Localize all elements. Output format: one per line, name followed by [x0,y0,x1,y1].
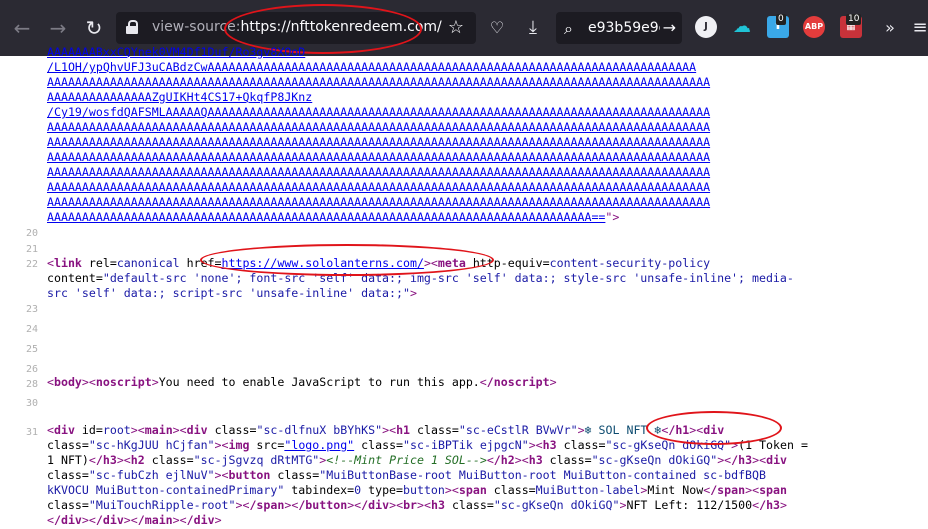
source-base64-line[interactable]: /Cy19/wosfdQAFSMLAAAAAQAAAAAAAAAAAAAAAAA… [47,105,921,120]
source-line-28: <body><noscript>You need to enable JavaS… [47,375,557,389]
source-base64-line[interactable]: AAAAAAAAAAAAAAAAAAAAAAAAAAAAAAAAAAAAAAAA… [47,135,921,150]
canonical-href-link[interactable]: https://www.sololanterns.com/ [222,256,424,270]
logo-link[interactable]: "logo.png" [284,438,354,452]
source-base64-line[interactable]: /L1OH/ypQhvUFJ3uCABdzCwAAAAAAAAAAAAAAAAA… [47,60,921,75]
search-icon: ⌕ [564,19,573,38]
search-go-arrow-icon[interactable]: → [663,18,676,37]
j-extension-icon[interactable]: J [695,16,717,38]
source-base64-line[interactable]: AAAAAAABxxCQYnek0VM4Df1Duf/Ro3gv8XOoD [47,45,921,60]
source-line-31-cont: class="sc-hKgJUU hCjfan"><img src="logo.… [47,438,808,452]
source-base64-line[interactable]: AAAAAAAAAAAAAAAAAAAAAAAAAAAAAAAAAAAAAAAA… [47,180,921,195]
address-bar[interactable]: view-source:https://nfttokenredeem.com/ [116,12,476,44]
overflow-chevron-icon[interactable]: » [876,14,904,42]
source-line-31-cont: 1 NFT)</h3><h2 class="sc-jSgvzq dRtMTG">… [47,453,788,467]
source-base64-line[interactable]: AAAAAAAAAAAAAAAAAAAAAAAAAAAAAAAAAAAAAAAA… [47,120,921,135]
line-number: 20 [25,228,38,239]
search-input[interactable]: e93b59e9c [588,20,660,36]
line-number: 21 [25,244,38,255]
reload-icon[interactable]: ↻ [80,14,108,42]
source-line-31-cont: class="MuiTouchRipple-root"></span></but… [47,498,788,512]
counter-badge: 0 [776,14,786,25]
pocket-icon[interactable]: ♡ [483,14,511,42]
back-arrow-icon[interactable]: ← [8,14,36,42]
address-text: view-source:https://nfttokenredeem.com/ [152,19,442,35]
line-number: 24 [25,324,38,335]
line-number: 31 [25,427,38,438]
source-line-31-cont: </div></div></main></div> [47,513,222,527]
line-number: 23 [25,304,38,315]
source-base64-line[interactable]: AAAAAAAAAAAAAAAZgUIKHt4CS17+QkqfP8JKnz [47,90,921,105]
line-number: 22 [25,259,38,270]
source-base64-line[interactable]: AAAAAAAAAAAAAAAAAAAAAAAAAAAAAAAAAAAAAAAA… [47,195,921,210]
sol-nft-heading: ❄ SOL NFT ❄ [584,423,662,437]
source-base64-line[interactable]: AAAAAAAAAAAAAAAAAAAAAAAAAAAAAAAAAAAAAAAA… [47,150,921,165]
source-line-31-cont: class="sc-fubCzh ejlNuV"><button class="… [47,468,766,482]
forward-arrow-icon[interactable]: → [44,14,72,42]
lock-icon [126,20,138,34]
source-line-31-cont: kKVOCU MuiButton-containedPrimary" tabin… [47,483,787,497]
line-number: 26 [25,364,38,375]
line-number: 30 [25,398,38,409]
menu-hamburger-icon[interactable]: ≡ [906,14,928,42]
source-base64-tail: AAAAAAAAAAAAAAAAAAAAAAAAAAAAAAAAAAAAAAAA… [47,210,620,224]
source-base64-line[interactable]: AAAAAAAAAAAAAAAAAAAAAAAAAAAAAAAAAAAAAAAA… [47,165,921,180]
download-icon[interactable]: ⤓ [519,14,547,42]
source-line-22-cont: content="default-src 'none'; font-src 's… [47,271,794,285]
source-line-31: <div id=root><main><div class="sc-dlfnuX… [47,423,725,437]
cloud-extension-icon[interactable]: ☁ [731,16,753,38]
source-line-22: <link rel=canonical href=https://www.sol… [47,256,711,270]
source-view: AAAAAAABxxCQYnek0VM4Df1Duf/Ro3gv8XOoD /L… [0,45,928,529]
line-number: 25 [25,344,38,355]
search-bar[interactable]: ⌕ e93b59e9c → [556,12,682,44]
calendar-badge: 10 [846,14,862,25]
source-line-22-cont: src 'self' data:; script-src 'unsafe-inl… [47,286,417,300]
bookmark-star-icon[interactable]: ☆ [444,14,468,42]
adblock-icon[interactable]: ABP [803,16,825,38]
line-number: 28 [25,379,38,390]
source-base64-line[interactable]: AAAAAAAAAAAAAAAAAAAAAAAAAAAAAAAAAAAAAAAA… [47,75,921,90]
